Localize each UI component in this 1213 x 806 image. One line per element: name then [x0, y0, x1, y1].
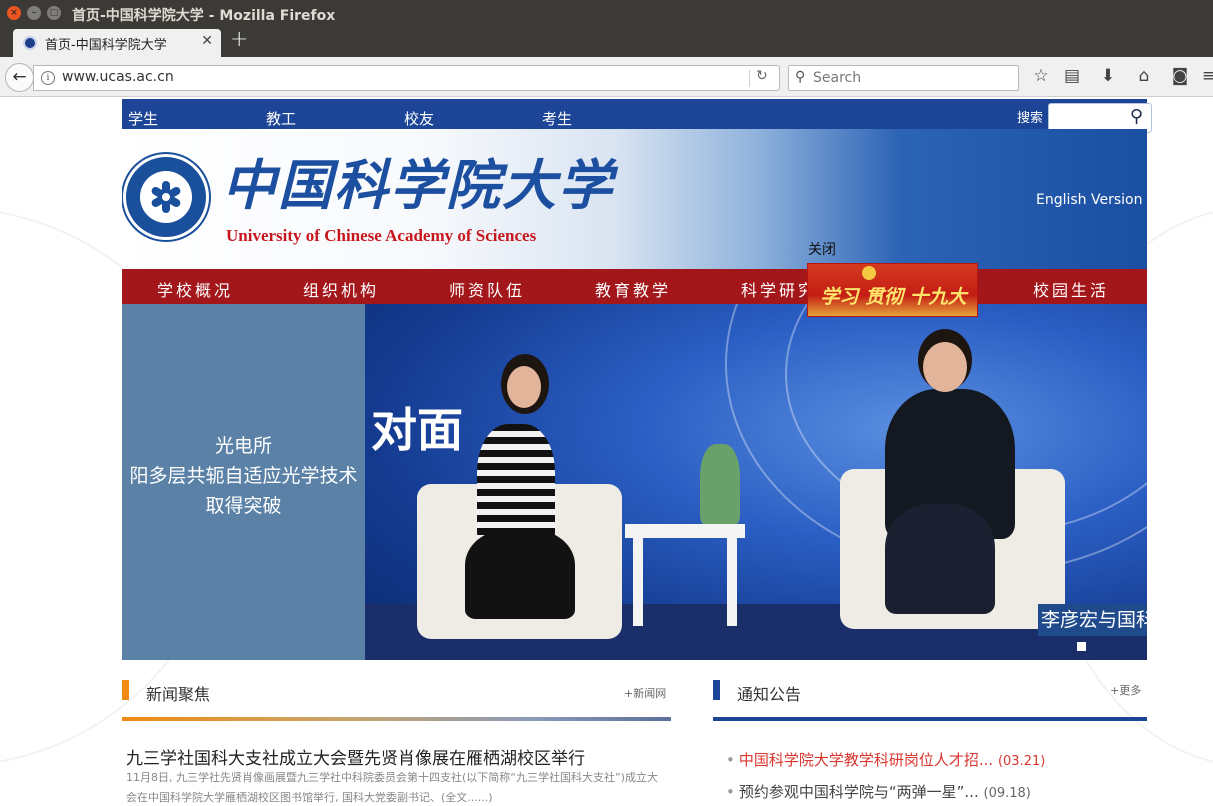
table-leg	[727, 536, 737, 626]
notice-divider	[713, 717, 1147, 721]
news-headline-link[interactable]: 九三学社国科大支社成立大会暨先贤肖像展在雁栖湖校区举行	[126, 744, 585, 769]
tab-close-icon[interactable]: ✕	[201, 33, 213, 49]
pocket-icon[interactable]: ◙	[1170, 66, 1190, 88]
notice-item-date: (09.18)	[983, 786, 1031, 801]
guest-legs	[885, 504, 995, 614]
search-icon: ⚲	[795, 69, 806, 85]
top-link-applicants[interactable]: 考生	[542, 108, 572, 129]
popup-close-link[interactable]: 关闭	[808, 239, 836, 259]
window-title: 首页-中国科学院大学 - Mozilla Firefox	[72, 8, 336, 24]
logo-chinese: 中国科学院大学	[222, 153, 614, 217]
tab-strip: 首页-中国科学院大学 ✕ +	[0, 27, 1213, 57]
hero-side-line-1: 光电所	[214, 435, 272, 457]
site-container: 学生 教工 校友 考生 搜索 ⚲ 中国科学院大学 University of C…	[122, 97, 1152, 806]
notice-item-text[interactable]: 预约参观中国科学院与“两弹一星”...	[739, 783, 979, 801]
news-more-link[interactable]: +新闻网	[624, 685, 666, 701]
reading-list-icon[interactable]: ▤	[1062, 66, 1082, 88]
new-tab-button[interactable]: +	[230, 27, 248, 52]
hero-side-text: 光电所 阳多层共轭自适应光学技术 取得突破	[122, 431, 385, 521]
news-summary: 11月8日, 九三学社先贤肖像画展暨九三学社中科院委员会第十四支社(以下简称“九…	[126, 771, 658, 804]
notice-more-link[interactable]: +更多	[1110, 682, 1141, 698]
downloads-icon[interactable]: ⬇	[1098, 66, 1118, 88]
hero-side-line-2: 阳多层共轭自适应光学技术	[129, 465, 358, 487]
notice-accent-bar	[713, 680, 720, 700]
nav-campus-life[interactable]: 校园生活	[1033, 277, 1109, 301]
host-legs	[465, 529, 575, 619]
navigation-toolbar: i www.ucas.ac.cn ↻ ← ⚲ Search ☆ ▤ ⬇ ⌂ ◙ …	[0, 57, 1213, 97]
notice-item[interactable]: • 中国科学院大学教学科研岗位人才招... (03.21)	[726, 749, 1045, 770]
top-link-alumni[interactable]: 校友	[404, 108, 434, 129]
site-banner: 中国科学院大学 University of Chinese Academy of…	[122, 129, 1147, 269]
logo-english: University of Chinese Academy of Science…	[226, 226, 537, 245]
reload-icon[interactable]: ↻	[756, 68, 768, 84]
nav-education[interactable]: 教育教学	[595, 277, 671, 301]
stage-backdrop-text: 对面	[371, 403, 463, 457]
nav-about[interactable]: 学校概况	[157, 277, 233, 301]
floating-ad-text: 学习 贯彻 十九大	[820, 286, 967, 308]
bookmark-star-icon[interactable]: ☆	[1031, 66, 1051, 88]
news-divider	[122, 717, 671, 721]
top-link-students[interactable]: 学生	[128, 108, 158, 129]
notice-section-title: 通知公告	[737, 685, 802, 704]
window-minimize-button[interactable]: –	[27, 6, 41, 20]
favicon-icon	[23, 36, 37, 50]
top-link-staff[interactable]: 教工	[266, 108, 296, 129]
main-navigation: 学校概况 组织机构 师资队伍 教育教学 科学研究 校园生活	[122, 269, 1147, 304]
nav-faculty[interactable]: 师资队伍	[449, 277, 525, 301]
home-icon[interactable]: ⌂	[1134, 66, 1154, 88]
search-placeholder: Search	[813, 70, 862, 86]
tab-title: 首页-中国科学院大学	[45, 38, 167, 53]
back-button[interactable]: ←	[5, 63, 34, 92]
url-text[interactable]: www.ucas.ac.cn	[62, 69, 174, 85]
university-seal-icon	[123, 154, 209, 240]
table-leg	[633, 536, 643, 626]
party-emblem-icon	[862, 266, 876, 280]
news-accent-bar	[122, 680, 129, 700]
notice-item[interactable]: • 预约参观中国科学院与“两弹一星”... (09.18)	[726, 781, 1031, 802]
host-figure	[477, 424, 555, 544]
site-topbar: 学生 教工 校友 考生 搜索 ⚲	[122, 99, 1152, 133]
english-version-link[interactable]: English Version	[1036, 192, 1142, 208]
hero-side-panel[interactable]: 光电所 阳多层共轭自适应光学技术 取得突破	[122, 304, 365, 660]
hero-caption[interactable]: 李彦宏与国科	[1038, 604, 1147, 636]
nav-research[interactable]: 科学研究	[741, 277, 817, 301]
url-separator	[749, 70, 750, 87]
slide-indicator-dot[interactable]	[1077, 642, 1086, 651]
hero-side-line-3: 取得突破	[205, 495, 282, 517]
guest-face	[923, 342, 967, 392]
site-search-icon[interactable]: ⚲	[1130, 106, 1143, 127]
floating-ad-banner[interactable]: 学习 贯彻 十九大	[807, 263, 978, 317]
nav-organization[interactable]: 组织机构	[303, 277, 379, 301]
web-page: 学生 教工 校友 考生 搜索 ⚲ 中国科学院大学 University of C…	[0, 97, 1213, 806]
news-section-title: 新闻聚焦	[146, 685, 211, 704]
notice-item-date: (03.21)	[997, 754, 1046, 769]
window-maximize-button[interactable]: □	[47, 6, 61, 20]
hero-slider[interactable]: 光电所 阳多层共轭自适应光学技术 取得突破 对面 李彦宏与国科	[122, 304, 1147, 660]
site-search-label: 搜索	[1017, 111, 1044, 126]
browser-search-input[interactable]: ⚲ Search	[788, 65, 1019, 91]
browser-tab[interactable]: 首页-中国科学院大学 ✕	[13, 29, 221, 57]
site-info-icon[interactable]: i	[41, 71, 55, 85]
plant	[700, 444, 740, 524]
hero-photo[interactable]: 对面 李彦宏与国科	[365, 304, 1147, 660]
menu-icon[interactable]: ≡	[1199, 66, 1213, 88]
url-bar[interactable]: i www.ucas.ac.cn ↻	[33, 65, 780, 91]
notice-item-text[interactable]: 中国科学院大学教学科研岗位人才招...	[739, 751, 993, 769]
window-titlebar: × – □ 首页-中国科学院大学 - Mozilla Firefox	[0, 0, 1213, 27]
window-close-button[interactable]: ×	[7, 6, 21, 20]
host-face	[507, 366, 541, 408]
